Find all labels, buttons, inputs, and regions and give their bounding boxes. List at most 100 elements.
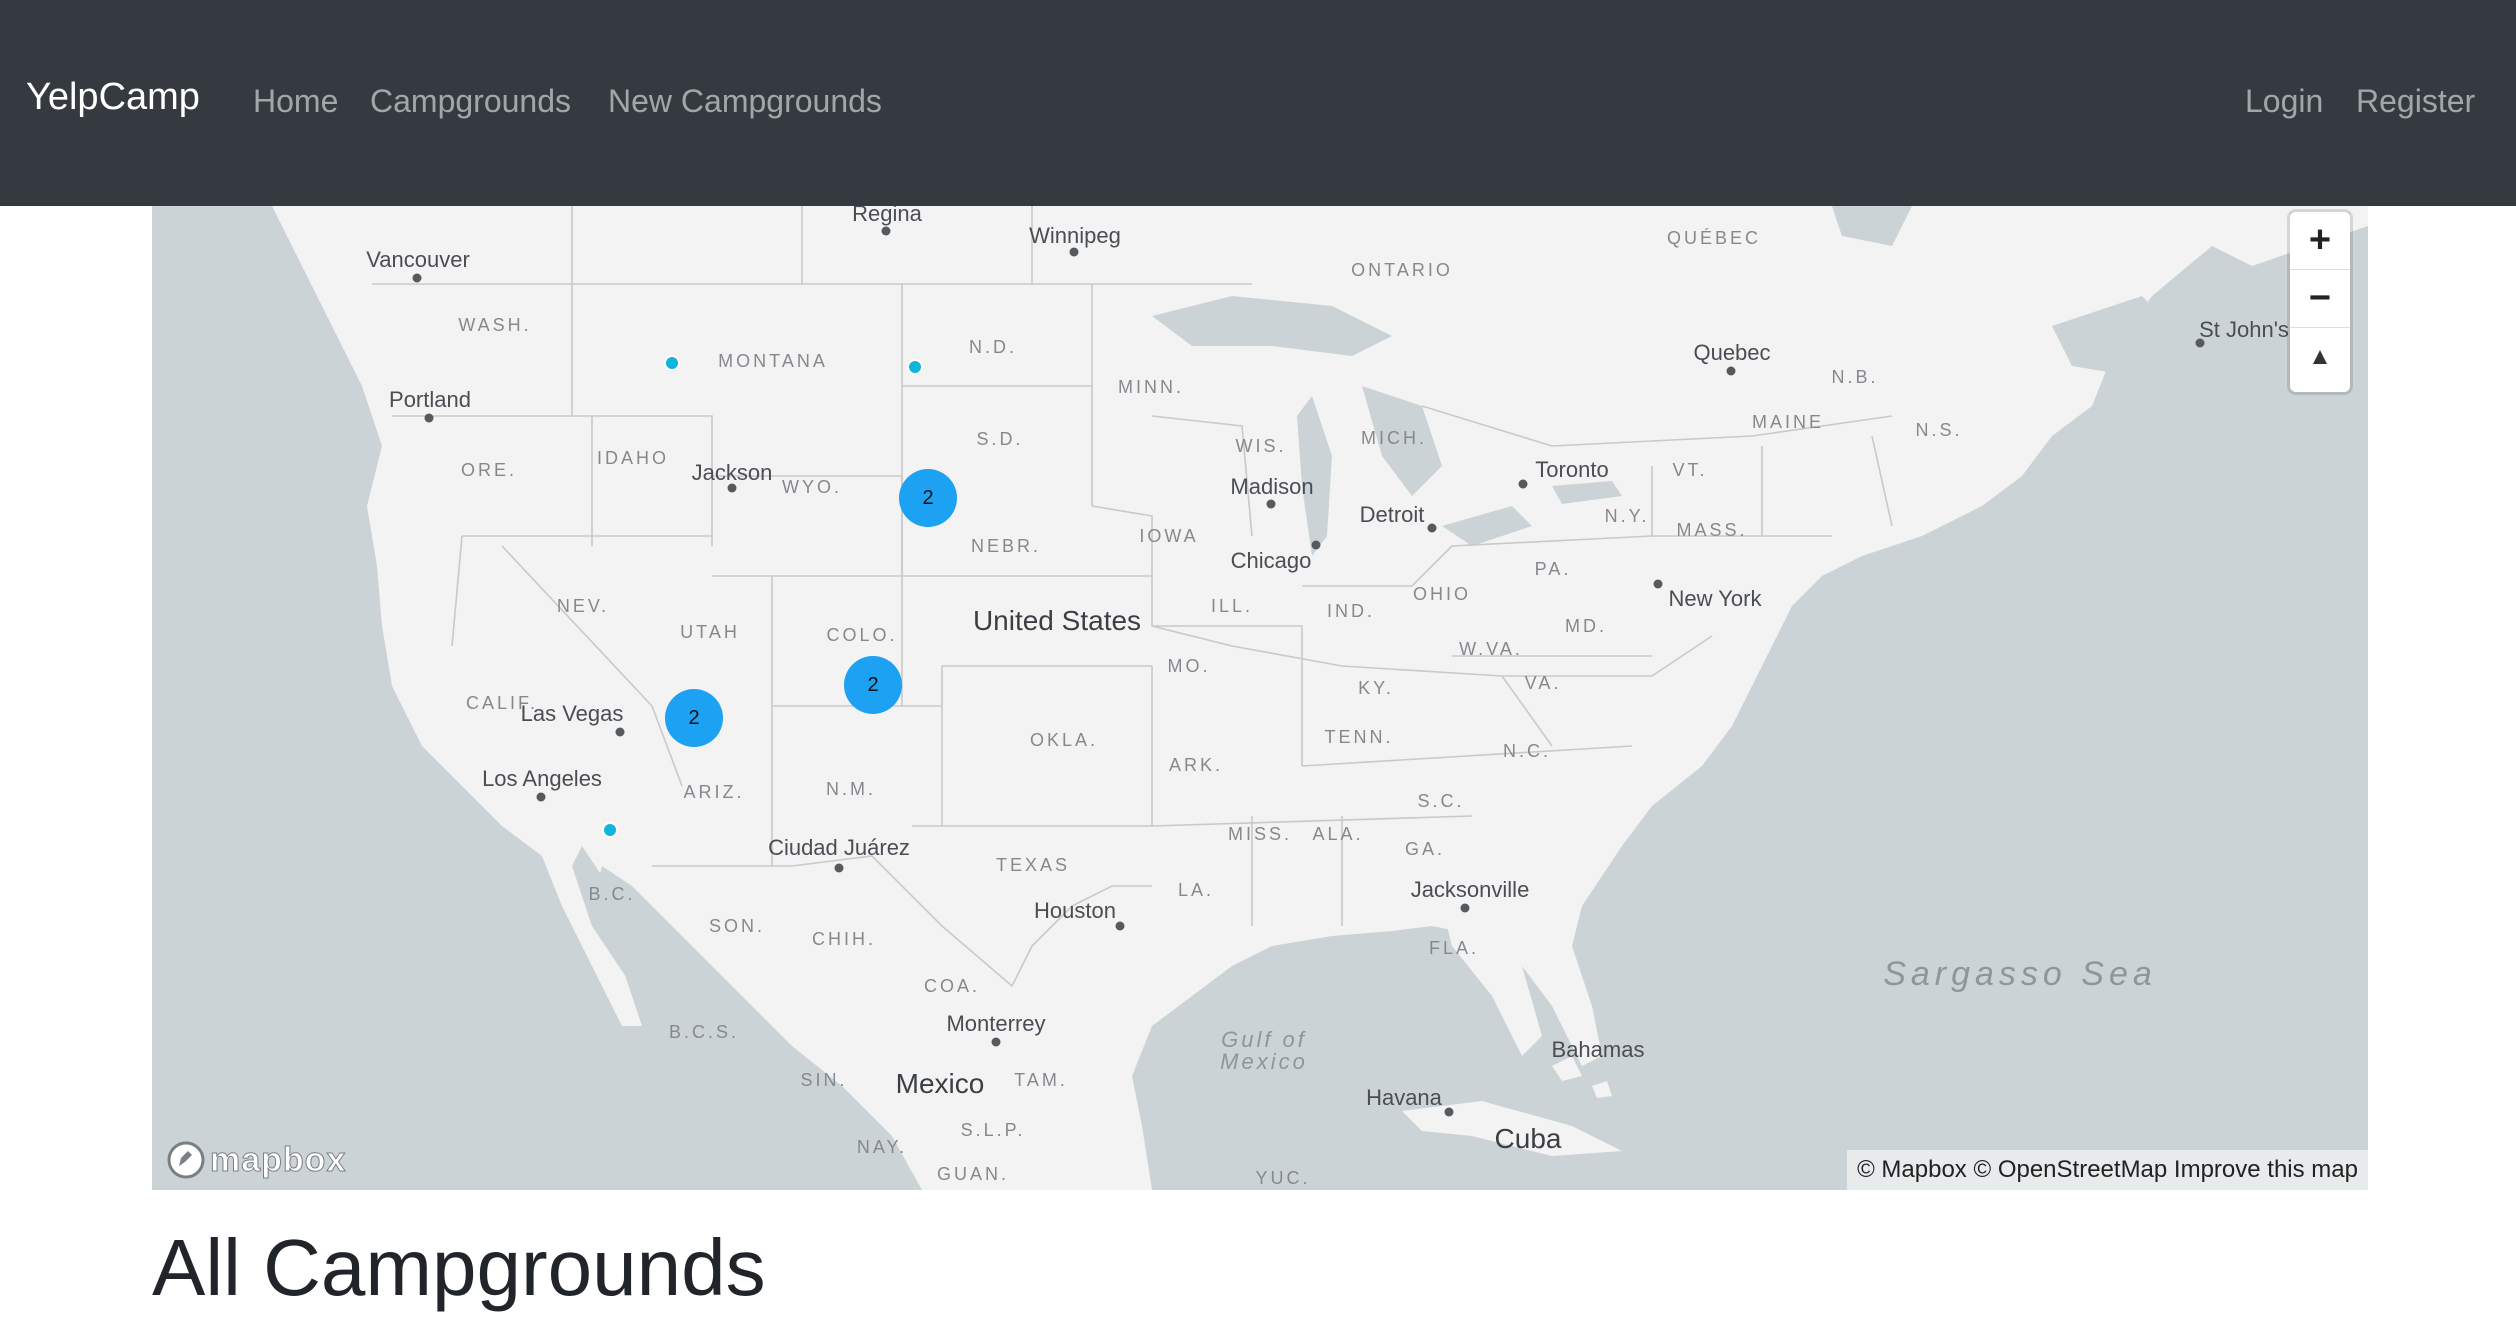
city-label: Jackson — [691, 460, 773, 485]
region-label: MASS. — [1676, 520, 1748, 540]
region-label: TENN. — [1324, 727, 1394, 747]
nav-link-home[interactable]: Home — [253, 85, 338, 117]
region-label: N.B. — [1831, 367, 1879, 387]
city-label: Detroit — [1359, 502, 1425, 527]
city-dot — [1460, 903, 1470, 913]
region-label: COA. — [923, 976, 981, 996]
region-label: W.VA. — [1459, 639, 1523, 659]
city-label: Havana — [1366, 1085, 1442, 1110]
city-dot — [1311, 540, 1321, 550]
region-label: VT. — [1672, 460, 1708, 480]
city-dot — [1115, 921, 1125, 931]
region-label: OKLA. — [1029, 730, 1099, 750]
mapbox-icon — [167, 1141, 205, 1179]
nav-link-campgrounds[interactable]: Campgrounds — [370, 85, 571, 117]
campground-marker[interactable] — [907, 359, 923, 375]
attribution-mapbox-link[interactable]: © Mapbox — [1857, 1156, 1967, 1183]
compass-button[interactable]: ▲ — [2290, 328, 2350, 386]
region-label: ORE. — [460, 460, 518, 480]
region-label: ALA. — [1312, 824, 1364, 844]
cluster-marker[interactable]: 2 — [844, 656, 902, 714]
cluster-map[interactable]: United States Mexico Cuba Sargasso Sea G… — [152, 206, 2368, 1190]
city-label: Toronto — [1535, 457, 1609, 482]
city-label: Los Angeles — [482, 766, 602, 791]
region-label: ARIZ. — [683, 782, 745, 802]
city-label: Madison — [1230, 474, 1314, 499]
region-label: IOWA — [1139, 526, 1199, 546]
campground-marker[interactable] — [602, 822, 618, 838]
region-label: OHIO — [1412, 584, 1472, 604]
city-label: Quebec — [1693, 340, 1771, 365]
country-label: United States — [972, 605, 1142, 636]
region-label: ILL. — [1210, 596, 1254, 616]
region-label: WYO. — [782, 477, 842, 497]
region-label: MICH. — [1361, 428, 1427, 448]
city-label: Regina — [852, 206, 922, 226]
region-label: WASH. — [458, 315, 532, 335]
city-dot — [1518, 479, 1528, 489]
city-dot — [1444, 1107, 1454, 1117]
city-dot — [834, 863, 844, 873]
map-navigation-control: + − ▲ — [2290, 212, 2350, 392]
city-label: Portland — [389, 387, 471, 412]
nav-link-login[interactable]: Login — [2245, 85, 2323, 117]
region-label: GUAN. — [936, 1164, 1010, 1184]
region-label: ARK. — [1168, 755, 1224, 775]
city-dot — [1726, 366, 1736, 376]
campground-marker[interactable] — [664, 355, 680, 371]
city-label: Houston — [1034, 898, 1116, 923]
city-label: New York — [1668, 586, 1762, 611]
region-label: N.S. — [1915, 420, 1963, 440]
region-label: NEV. — [556, 596, 610, 616]
region-label: GA. — [1404, 839, 1446, 859]
region-label: S.C. — [1417, 791, 1465, 811]
region-label: N.Y. — [1604, 506, 1650, 526]
region-label: QUÉBEC — [1666, 228, 1762, 248]
region-label: S.L.P. — [960, 1120, 1026, 1140]
attribution-improve-link[interactable]: Improve this map — [2174, 1156, 2358, 1183]
nav-link-new-campgrounds[interactable]: New Campgrounds — [608, 85, 882, 117]
region-label: N.M. — [826, 779, 876, 799]
region-label: WIS. — [1235, 436, 1287, 456]
country-label: Cuba — [1494, 1123, 1562, 1154]
nav-link-register[interactable]: Register — [2356, 85, 2475, 117]
mapbox-logo[interactable]: mapbox — [166, 1140, 346, 1180]
zoom-out-button[interactable]: − — [2290, 270, 2350, 328]
region-label: S.D. — [976, 429, 1024, 449]
region-label: IND. — [1327, 601, 1375, 621]
city-label: St John's — [2199, 317, 2289, 342]
region-label: COLO. — [826, 625, 898, 645]
region-label: NEBR. — [970, 536, 1042, 556]
city-dot — [536, 792, 546, 802]
region-label: CALIF. — [465, 693, 539, 713]
region-label: PA. — [1534, 559, 1572, 579]
city-dot — [1653, 579, 1663, 589]
brand-logo[interactable]: YelpCamp — [26, 78, 200, 116]
region-label: MONTANA — [718, 351, 828, 371]
zoom-in-button[interactable]: + — [2290, 212, 2350, 270]
city-label: Chicago — [1230, 548, 1312, 573]
region-label: B.C.S. — [668, 1022, 740, 1042]
region-label: B.C. — [588, 884, 636, 904]
city-label: Vancouver — [366, 247, 470, 272]
region-label: YUC. — [1255, 1168, 1311, 1188]
cluster-marker[interactable]: 2 — [665, 689, 723, 747]
city-dot — [1266, 499, 1276, 509]
attribution-osm-link[interactable]: © OpenStreetMap — [1973, 1156, 2167, 1183]
city-dot — [1427, 523, 1437, 533]
city-label: Bahamas — [1551, 1037, 1645, 1062]
region-label: MO. — [1167, 656, 1211, 676]
city-dot — [881, 226, 891, 236]
navbar: YelpCamp Home Campgrounds New Campground… — [0, 0, 2516, 206]
city-label: Jacksonville — [1410, 877, 1530, 902]
region-label: VA. — [1524, 673, 1562, 693]
page-title: All Campgrounds — [152, 1223, 766, 1312]
region-label: NAY. — [856, 1137, 908, 1157]
region-label: KY. — [1358, 678, 1394, 698]
region-label: SIN. — [800, 1070, 848, 1090]
city-dot — [424, 413, 434, 423]
region-label: FLA. — [1428, 938, 1480, 958]
region-label: TAM. — [1014, 1070, 1068, 1090]
city-dot — [615, 727, 625, 737]
cluster-marker[interactable]: 2 — [899, 469, 957, 527]
